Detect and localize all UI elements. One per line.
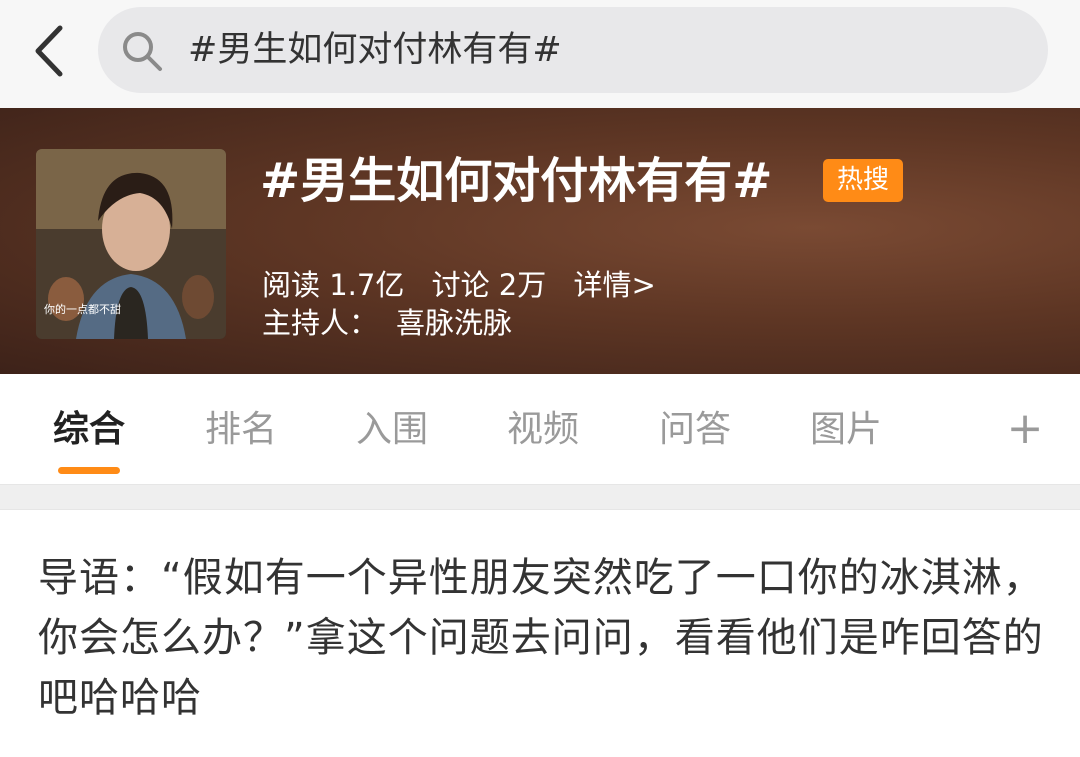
detail-link[interactable]: 详情>	[573, 268, 655, 302]
tab-bar: 综合 排名 入围 视频 问答 图片	[0, 374, 1080, 484]
tab-videos[interactable]: 视频	[502, 374, 584, 484]
host-row: 主持人： 喜脉洗脉	[262, 300, 512, 342]
discussion-count: 讨论 2万	[431, 268, 547, 302]
chevron-left-icon	[35, 25, 63, 77]
search-icon	[123, 32, 162, 71]
top-bar	[0, 0, 1080, 108]
hot-search-badge: 热搜	[823, 159, 903, 202]
host-label: 主持人：	[262, 306, 379, 340]
tab-ranking[interactable]: 排名	[200, 374, 282, 484]
active-tab-indicator	[58, 467, 120, 474]
section-divider	[0, 484, 1080, 510]
tab-images[interactable]: 图片	[805, 374, 887, 484]
tab-qa[interactable]: 问答	[654, 374, 736, 484]
add-tab-button[interactable]: +	[1000, 374, 1050, 484]
topic-title: #男生如何对付林有有#	[260, 153, 773, 209]
host-name[interactable]: 喜脉洗脉	[396, 306, 512, 340]
search-box[interactable]	[98, 7, 1048, 93]
topic-thumbnail[interactable]: 你的一点都不甜	[36, 149, 226, 339]
topic-stats: 阅读 1.7亿 讨论 2万 详情>	[262, 262, 674, 302]
thumbnail-caption: 你的一点都不甜	[44, 303, 121, 316]
search-input[interactable]	[188, 7, 1018, 93]
tab-shortlist[interactable]: 入围	[351, 374, 433, 484]
read-count: 阅读 1.7亿	[262, 268, 405, 302]
topic-intro: 导语：“假如有一个异性朋友突然吃了一口你的冰淇淋，你会怎么办？”拿这个问题去问问…	[38, 555, 1044, 721]
back-button[interactable]	[20, 14, 80, 84]
